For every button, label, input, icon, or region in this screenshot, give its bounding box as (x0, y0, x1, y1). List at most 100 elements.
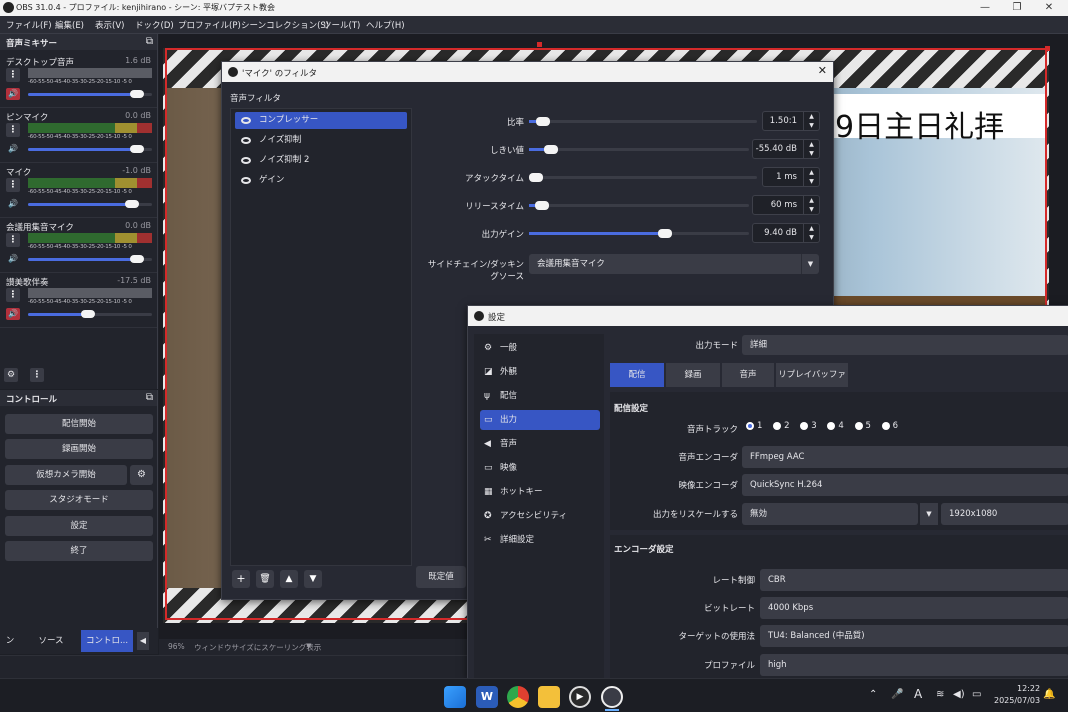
settings-nav-item[interactable]: ⚙ 一般 (480, 338, 600, 358)
settings-nav-item[interactable]: ✪ アクセシビリティ (480, 506, 600, 526)
close-icon[interactable]: ✕ (818, 64, 827, 77)
slider-handle[interactable] (535, 201, 550, 210)
start-recording-button[interactable]: 録画開始 (5, 439, 153, 459)
spin-arrows-icon[interactable]: ▲ ▼ (803, 224, 819, 242)
slider-handle[interactable] (80, 310, 95, 318)
param-spinbox[interactable]: 60 ms ▲ ▼ (752, 195, 820, 215)
slider-handle[interactable] (658, 229, 673, 238)
track-radio[interactable] (881, 421, 890, 430)
track-radio[interactable] (854, 421, 863, 430)
close-button[interactable]: ✕ (1034, 0, 1064, 16)
channel-menu-icon[interactable]: ⋮ (6, 68, 20, 82)
sidechain-select[interactable]: 会議用集音マイク ▼ (529, 254, 819, 274)
param-spinbox[interactable]: 1.50:1 ▲ ▼ (762, 111, 820, 131)
scaling-mode[interactable]: ウィンドウサイズにスケーリング表示 (194, 642, 321, 653)
chrome-icon[interactable] (507, 686, 529, 708)
track-radio[interactable] (800, 421, 809, 430)
chevron-down-icon[interactable]: ▼ (920, 503, 938, 525)
defaults-button[interactable]: 既定値 (416, 566, 466, 588)
muted-speaker-icon[interactable]: 🔊 (6, 308, 20, 320)
volume-icon[interactable]: ◀) (953, 689, 965, 700)
slider-handle[interactable] (130, 90, 145, 98)
settings-button[interactable]: 設定 (5, 516, 153, 536)
rate-control-select[interactable]: CBR (760, 569, 1068, 591)
move-down-icon[interactable]: ▼ (304, 570, 322, 588)
param-slider[interactable] (529, 173, 757, 182)
menu-file[interactable]: ファイル(F) (6, 19, 52, 31)
mixer-menu-icon[interactable]: ⋮ (30, 368, 44, 382)
speaker-icon[interactable]: 🔊 (6, 198, 20, 210)
menu-profile[interactable]: プロファイル(P) (178, 19, 241, 31)
eye-icon[interactable] (241, 177, 251, 184)
bitrate-field[interactable]: 4000 Kbps (760, 597, 1068, 619)
audio-encoder-select[interactable]: FFmpeg AAC (742, 446, 1068, 468)
start-streaming-button[interactable]: 配信開始 (5, 414, 153, 434)
chevron-down-icon[interactable]: ▼ (306, 642, 311, 650)
slider-handle[interactable] (544, 145, 558, 154)
remove-filter-icon[interactable]: 🗑 (256, 570, 274, 588)
word-icon[interactable]: W (476, 686, 498, 708)
menu-dock[interactable]: ドック(D) (135, 19, 174, 31)
battery-icon[interactable]: ▭ (972, 689, 981, 700)
spin-arrows-icon[interactable]: ▲ ▼ (803, 196, 819, 214)
profile-select[interactable]: high (760, 654, 1068, 676)
muted-speaker-icon[interactable]: 🔊 (6, 88, 20, 100)
param-slider[interactable] (529, 145, 749, 154)
mixer-settings-icon[interactable]: ⚙ (4, 368, 18, 382)
spin-arrows-icon[interactable]: ▲ ▼ (803, 112, 819, 130)
tab-controls[interactable]: コントロ... (81, 630, 133, 652)
param-spinbox[interactable]: 1 ms ▲ ▼ (762, 167, 820, 187)
start-virtual-camera-button[interactable]: 仮想カメラ開始 (5, 465, 127, 485)
filter-item[interactable]: コンプレッサー (235, 112, 407, 129)
transform-handle[interactable] (1045, 46, 1050, 51)
settings-nav-item[interactable]: ◀ 音声 (480, 434, 600, 454)
slider-handle[interactable] (535, 117, 550, 126)
tray-overflow-icon[interactable]: ⌃ (869, 689, 877, 700)
settings-nav-item[interactable]: ◪ 外観 (480, 362, 600, 382)
tab-scroll-left-icon[interactable]: ◀ (137, 632, 149, 650)
settings-nav-item[interactable]: ψ 配信 (480, 386, 600, 406)
clock-time[interactable]: 12:22 (1017, 684, 1040, 693)
track-radio[interactable] (746, 421, 754, 430)
video-encoder-select[interactable]: QuickSync H.264 (742, 474, 1068, 496)
tab-recording[interactable]: 録画 (666, 363, 720, 387)
output-mode-select[interactable]: 詳細 (742, 335, 1068, 355)
tab-sources[interactable]: ソース (24, 630, 78, 652)
filter-item[interactable]: ノイズ抑制 2 (235, 152, 407, 169)
minimize-button[interactable]: — (970, 0, 1000, 16)
slider-handle[interactable] (130, 145, 145, 153)
ime-indicator[interactable]: A (914, 687, 922, 701)
menu-help[interactable]: ヘルプ(H) (366, 19, 405, 31)
speaker-icon[interactable]: 🔊 (6, 143, 20, 155)
wifi-icon[interactable]: ≋ (936, 689, 944, 700)
track-radio[interactable] (827, 421, 836, 430)
tab-scenes[interactable]: ン (0, 630, 20, 652)
volume-slider[interactable] (28, 310, 152, 318)
filter-item[interactable]: ノイズ抑制 (235, 132, 407, 149)
settings-nav-item[interactable]: ▦ ホットキー (480, 482, 600, 502)
eye-icon[interactable] (241, 157, 251, 164)
tab-audio[interactable]: 音声 (722, 363, 774, 387)
file-explorer-icon[interactable] (538, 686, 560, 708)
param-spinbox[interactable]: 9.40 dB ▲ ▼ (752, 223, 820, 243)
volume-slider[interactable] (28, 255, 152, 263)
eye-icon[interactable] (241, 117, 251, 124)
channel-menu-icon[interactable]: ⋮ (6, 233, 20, 247)
channel-menu-icon[interactable]: ⋮ (6, 288, 20, 302)
studio-mode-button[interactable]: スタジオモード (5, 490, 153, 510)
channel-menu-icon[interactable]: ⋮ (6, 178, 20, 192)
channel-menu-icon[interactable]: ⋮ (6, 123, 20, 137)
settings-nav-item[interactable]: ▭ 映像 (480, 458, 600, 478)
media-player-icon[interactable]: ▶ (569, 686, 591, 708)
volume-slider[interactable] (28, 200, 152, 208)
menu-tools[interactable]: ツール(T) (323, 19, 360, 31)
windows-start-icon[interactable] (444, 686, 466, 708)
obs-taskbar-icon[interactable] (601, 686, 623, 708)
track-radio[interactable] (773, 421, 782, 430)
param-spinbox[interactable]: -55.40 dB ▲ ▼ (752, 139, 820, 159)
speaker-icon[interactable]: 🔊 (6, 253, 20, 265)
volume-slider[interactable] (28, 90, 152, 98)
param-slider[interactable] (529, 117, 757, 126)
tab-streaming[interactable]: 配信 (610, 363, 664, 387)
slider-handle[interactable] (125, 200, 140, 208)
